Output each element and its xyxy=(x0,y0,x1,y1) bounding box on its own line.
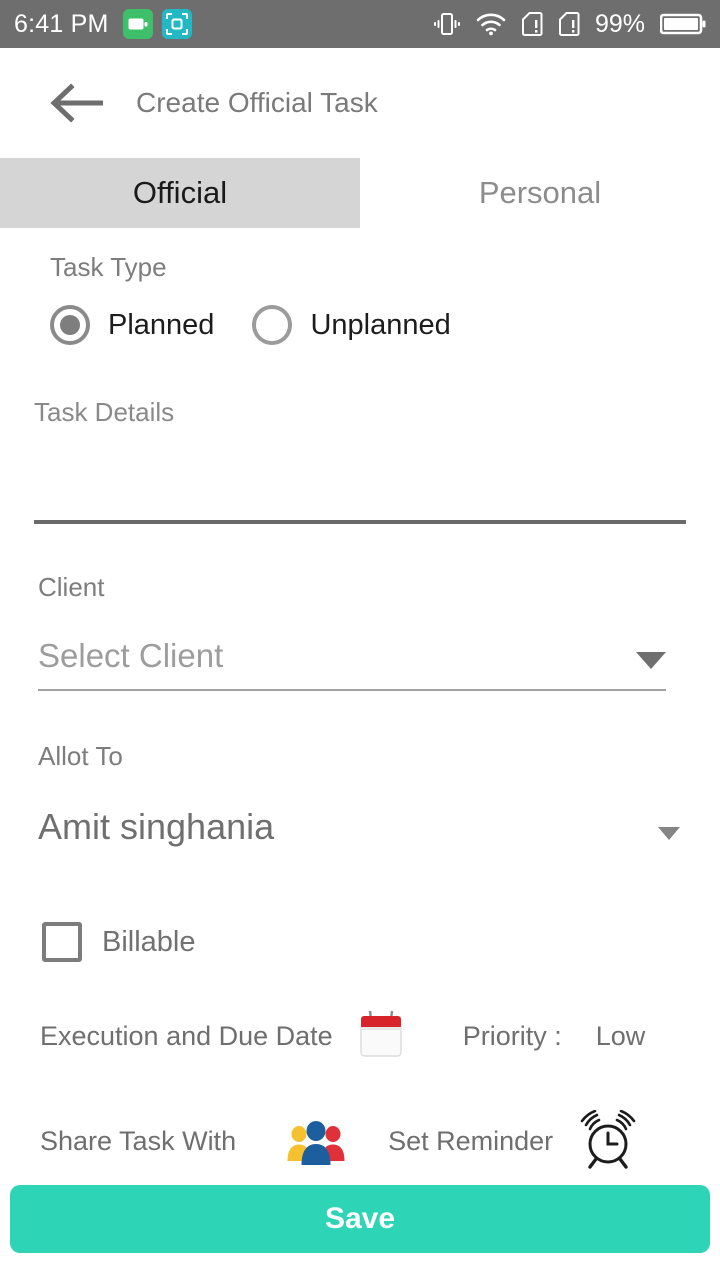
radio-unplanned-label: Unplanned xyxy=(310,308,451,341)
allot-to-select[interactable]: Amit singhania xyxy=(38,806,680,862)
task-type-section: Task Type Planned Unplanned xyxy=(0,228,720,345)
client-select[interactable]: Select Client xyxy=(38,637,666,691)
radio-option-unplanned[interactable]: Unplanned xyxy=(252,305,451,345)
priority-label: Priority : xyxy=(462,1020,562,1051)
status-right-cluster: 99% xyxy=(433,10,706,39)
billable-label: Billable xyxy=(102,925,196,958)
vibrate-icon xyxy=(433,11,461,37)
no-sim-1-icon xyxy=(521,11,543,37)
task-details-label: Task Details xyxy=(34,397,175,427)
page-title: Create Official Task xyxy=(136,87,378,118)
battery-percent: 99% xyxy=(594,9,645,38)
allot-to-section: Allot To Amit singhania xyxy=(0,741,720,862)
radio-planned-label: Planned xyxy=(108,308,215,341)
status-time: 6:41 PM xyxy=(14,9,109,38)
radio-option-planned[interactable]: Planned xyxy=(50,305,214,345)
set-reminder-label: Set Reminder xyxy=(388,1125,554,1156)
chevron-down-icon xyxy=(636,652,666,669)
calendar-icon[interactable] xyxy=(355,1008,407,1064)
save-button[interactable]: Save xyxy=(10,1185,710,1253)
alarm-clock-icon[interactable] xyxy=(575,1110,641,1172)
battery-saver-icon xyxy=(122,9,153,39)
priority-value[interactable]: Low xyxy=(596,1021,646,1052)
battery-icon xyxy=(660,12,706,36)
task-type-label: Task Type xyxy=(50,252,167,282)
client-section: Client Select Client xyxy=(0,572,720,691)
tab-official[interactable]: Official xyxy=(0,158,360,228)
billable-checkbox[interactable] xyxy=(42,922,82,962)
screen-capture-icon xyxy=(161,9,192,39)
client-value: Select Client xyxy=(38,637,224,674)
wifi-icon xyxy=(476,12,506,36)
radio-unplanned-icon xyxy=(252,305,293,345)
allot-to-label: Allot To xyxy=(38,741,123,771)
back-arrow-icon xyxy=(50,83,103,123)
people-group-icon[interactable] xyxy=(284,1115,348,1167)
task-details-section: Task Details xyxy=(0,397,720,524)
task-type-radio-group: Planned Unplanned xyxy=(50,305,720,345)
execution-due-date-label: Execution and Due Date xyxy=(40,1020,333,1051)
page-header: Create Official Task xyxy=(0,48,720,158)
share-reminder-row: Share Task With Set Reminder xyxy=(0,1110,720,1172)
allot-to-value: Amit singhania xyxy=(38,806,275,847)
back-button[interactable] xyxy=(40,73,114,133)
no-sim-2-icon xyxy=(558,11,580,37)
client-label: Client xyxy=(38,572,105,602)
form-body: Task Type Planned Unplanned Task Details… xyxy=(0,228,720,1172)
chevron-down-icon xyxy=(658,827,680,840)
status-bar: 6:41 PM 99% xyxy=(0,0,720,48)
share-task-with-label: Share Task With xyxy=(40,1125,237,1156)
app-screen: 6:41 PM 99% Create Official Task Officia… xyxy=(0,0,720,1280)
task-details-input[interactable] xyxy=(34,468,686,524)
tab-personal[interactable]: Personal xyxy=(360,158,720,228)
billable-checkbox-row[interactable]: Billable xyxy=(0,922,720,962)
tab-bar: Official Personal xyxy=(0,158,720,228)
date-priority-row: Execution and Due Date Priority : Low xyxy=(0,1008,720,1064)
radio-planned-icon xyxy=(50,305,90,345)
